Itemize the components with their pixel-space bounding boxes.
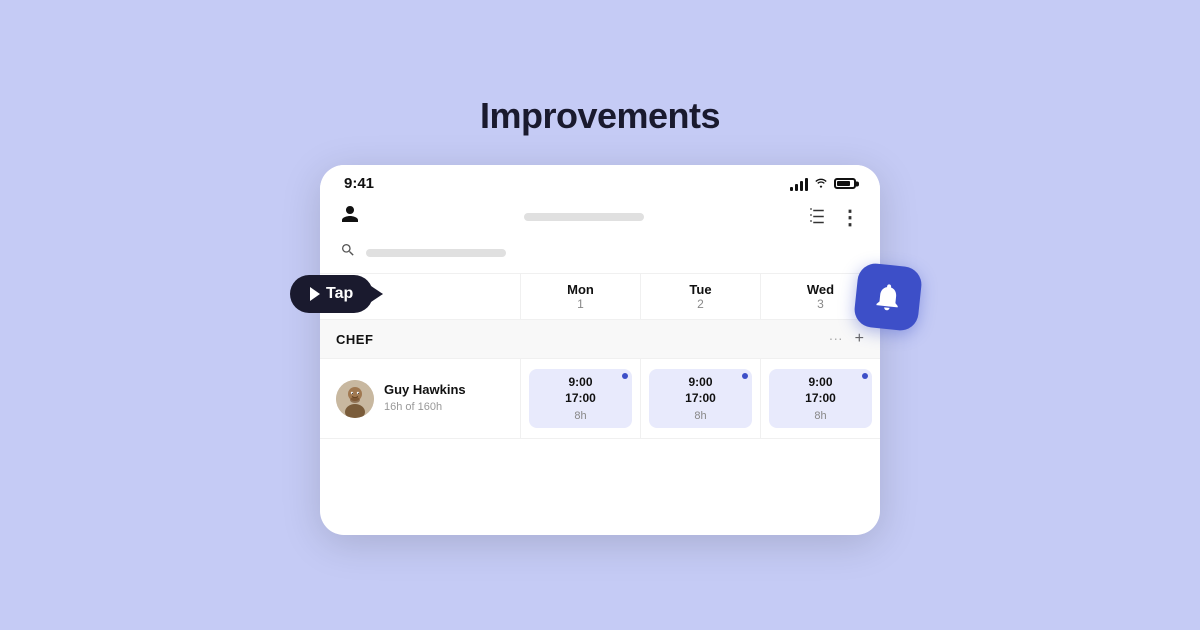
profile-icon[interactable] <box>340 204 360 230</box>
add-section-button[interactable]: + <box>855 330 864 348</box>
avatar <box>336 380 374 418</box>
shift-time-wed: 9:00 17:00 <box>779 375 862 406</box>
search-icon[interactable] <box>340 242 356 263</box>
page-title: Improvements <box>480 95 720 137</box>
search-area <box>320 236 880 273</box>
bell-notification-badge[interactable] <box>853 262 923 332</box>
wifi-icon <box>813 176 829 191</box>
shift-time-mon: 9:00 17:00 <box>539 375 622 406</box>
day-headers-row: Mon 1 Tue 2 Wed 3 <box>320 274 880 320</box>
more-options-icon[interactable]: ⋮ <box>840 205 860 230</box>
schedule-grid: Mon 1 Tue 2 Wed 3 CHEF ··· + <box>320 273 880 535</box>
shift-time-tue: 9:00 17:00 <box>659 375 742 406</box>
shift-badge-tue: 9:00 17:00 8h <box>649 369 752 428</box>
shift-cell-wed[interactable]: 9:00 17:00 8h <box>760 359 880 438</box>
status-time: 9:41 <box>344 175 374 192</box>
section-chef-row: CHEF ··· + <box>320 320 880 359</box>
employee-info: Guy Hawkins 16h of 160h <box>320 368 520 430</box>
phone-mockup-wrapper: Tap 9:41 <box>320 165 880 535</box>
status-icons <box>790 176 856 191</box>
section-dots-menu[interactable]: ··· <box>829 330 843 348</box>
employee-details: Guy Hawkins 16h of 160h <box>384 382 466 415</box>
employee-row-guy: Guy Hawkins 16h of 160h 9:00 17:00 8h <box>320 359 880 439</box>
tap-arrow-icon <box>310 287 320 301</box>
shift-badge-mon: 9:00 17:00 8h <box>529 369 632 428</box>
battery-icon <box>834 178 856 189</box>
day-header-mon: Mon 1 <box>520 274 640 319</box>
header-title-bar <box>524 213 644 221</box>
employee-hours: 16h of 160h <box>384 401 442 413</box>
bell-icon <box>870 279 905 314</box>
day-header-tue: Tue 2 <box>640 274 760 319</box>
shift-badge-wed: 9:00 17:00 8h <box>769 369 872 428</box>
app-header: ⋮ <box>320 198 880 236</box>
status-bar: 9:41 <box>320 165 880 198</box>
signal-icon <box>790 177 808 191</box>
filter-icon[interactable] <box>808 206 826 229</box>
employee-name: Guy Hawkins <box>384 382 466 397</box>
avatar-image <box>336 380 374 418</box>
shift-cell-mon[interactable]: 9:00 17:00 8h <box>520 359 640 438</box>
section-label: CHEF <box>320 322 520 357</box>
section-actions: ··· + <box>520 320 880 358</box>
search-placeholder-bar <box>366 249 506 257</box>
tap-label: Tap <box>326 285 353 303</box>
tap-bubble[interactable]: Tap <box>290 275 373 313</box>
shift-hours-tue: 8h <box>659 410 742 422</box>
shift-hours-mon: 8h <box>539 410 622 422</box>
shift-cell-tue[interactable]: 9:00 17:00 8h <box>640 359 760 438</box>
shift-hours-wed: 8h <box>779 410 862 422</box>
phone-screen: 9:41 <box>320 165 880 535</box>
